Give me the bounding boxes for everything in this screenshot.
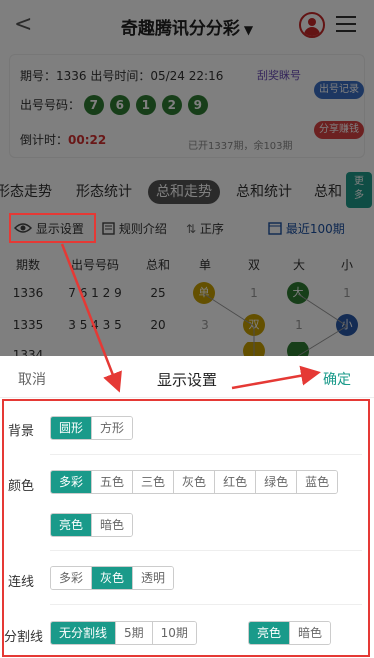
background-label: 背景 [8,424,35,439]
divider [50,550,362,551]
color-option-three[interactable]: 三色 [132,471,174,493]
color-option-gray[interactable]: 灰色 [173,471,215,493]
line-option-multi[interactable]: 多彩 [51,567,92,589]
background-options: 圆形 方形 [50,416,134,440]
color-option-multi[interactable]: 多彩 [51,471,92,493]
divider-brightness-dark[interactable]: 暗色 [289,622,331,644]
divider [50,604,362,605]
color-brightness-options: 亮色 暗色 [50,513,134,537]
annotation-box-display-settings-top [9,213,96,243]
color-brightness-dark[interactable]: 暗色 [91,514,133,536]
background-option-circle[interactable]: 圆形 [51,417,92,439]
dim-overlay[interactable] [0,0,374,356]
line-label: 连线 [8,575,35,590]
line-options: 多彩 灰色 透明 [50,566,175,590]
divider-option-none[interactable]: 无分割线 [51,622,116,644]
color-option-red[interactable]: 红色 [214,471,256,493]
color-option-five[interactable]: 五色 [91,471,133,493]
confirm-button[interactable]: 确定 [323,369,351,389]
sheet-title: 显示设置 [156,371,217,389]
color-option-green[interactable]: 绿色 [255,471,297,493]
divider-options: 无分割线 5期 10期 [50,621,197,645]
divider-brightness-bright[interactable]: 亮色 [249,622,290,644]
divider-label: 分割线 [4,630,44,645]
color-label: 颜色 [8,479,35,494]
line-option-gray[interactable]: 灰色 [91,567,133,589]
color-options: 多彩 五色 三色 灰色 红色 绿色 蓝色 [50,470,339,494]
divider-brightness-options: 亮色 暗色 [248,621,332,645]
sheet-header: 取消 显示设置 确定 [0,356,374,398]
color-option-blue[interactable]: 蓝色 [296,471,338,493]
line-option-transparent[interactable]: 透明 [132,567,174,589]
divider [50,454,362,455]
color-brightness-bright[interactable]: 亮色 [51,514,92,536]
background-option-square[interactable]: 方形 [91,417,133,439]
divider-option-10[interactable]: 10期 [151,622,196,644]
divider-option-5[interactable]: 5期 [115,622,152,644]
